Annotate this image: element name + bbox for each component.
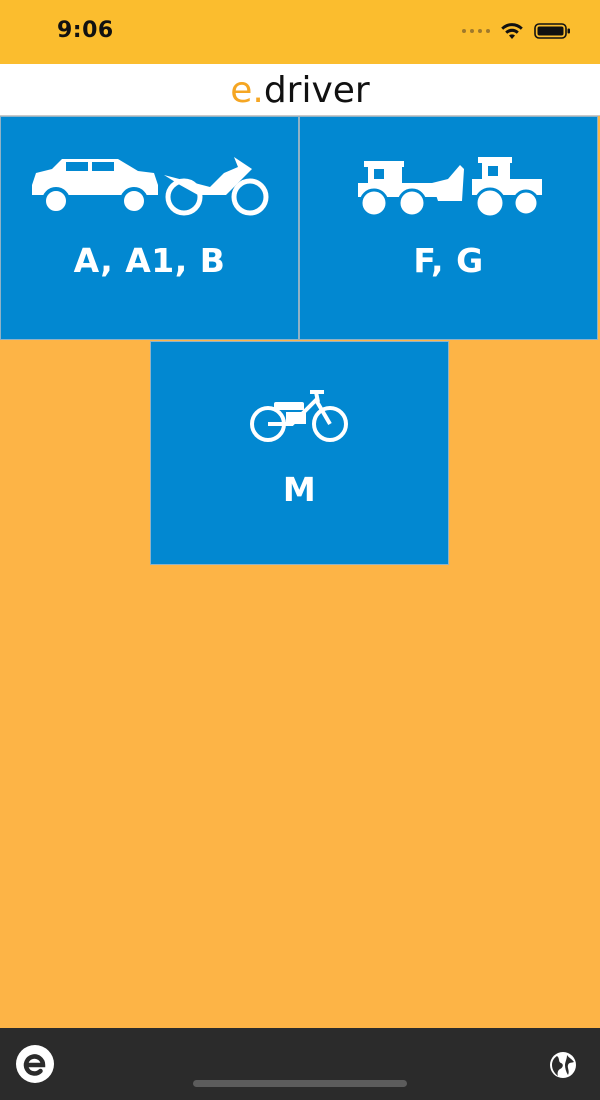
tile-label: A, A1, B bbox=[73, 241, 226, 280]
status-indicators bbox=[462, 22, 572, 40]
battery-icon bbox=[534, 23, 570, 39]
e-logo-icon[interactable] bbox=[15, 1044, 55, 1084]
tile-label: F, G bbox=[413, 241, 484, 280]
brand-prefix: e. bbox=[230, 70, 264, 111]
bottom-bar bbox=[0, 1028, 600, 1100]
category-tile-f-g[interactable]: F, G bbox=[299, 116, 598, 340]
motorcycle-icon bbox=[163, 157, 268, 216]
tractor-icon bbox=[471, 157, 542, 219]
globe-icon[interactable] bbox=[548, 1050, 578, 1080]
home-indicator bbox=[193, 1080, 407, 1087]
car-icon bbox=[31, 159, 158, 215]
brand-logo: e.driver bbox=[0, 72, 600, 110]
status-time: 9:06 bbox=[57, 18, 114, 43]
app-header: e.driver bbox=[0, 64, 600, 116]
tile-label: M bbox=[282, 470, 317, 509]
category-tile-a-a1-b[interactable]: A, A1, B bbox=[0, 116, 299, 340]
cellular-signal-icon bbox=[462, 29, 490, 33]
category-tile-m[interactable]: M bbox=[150, 341, 449, 565]
moped-icon bbox=[249, 390, 348, 442]
status-bar: 9:06 bbox=[0, 0, 600, 64]
tractor-icons bbox=[357, 157, 542, 219]
loader-tractor-icon bbox=[357, 161, 464, 218]
car-motorcycle-icons bbox=[31, 157, 268, 216]
wifi-icon bbox=[501, 23, 523, 39]
brand-suffix: driver bbox=[263, 70, 370, 111]
